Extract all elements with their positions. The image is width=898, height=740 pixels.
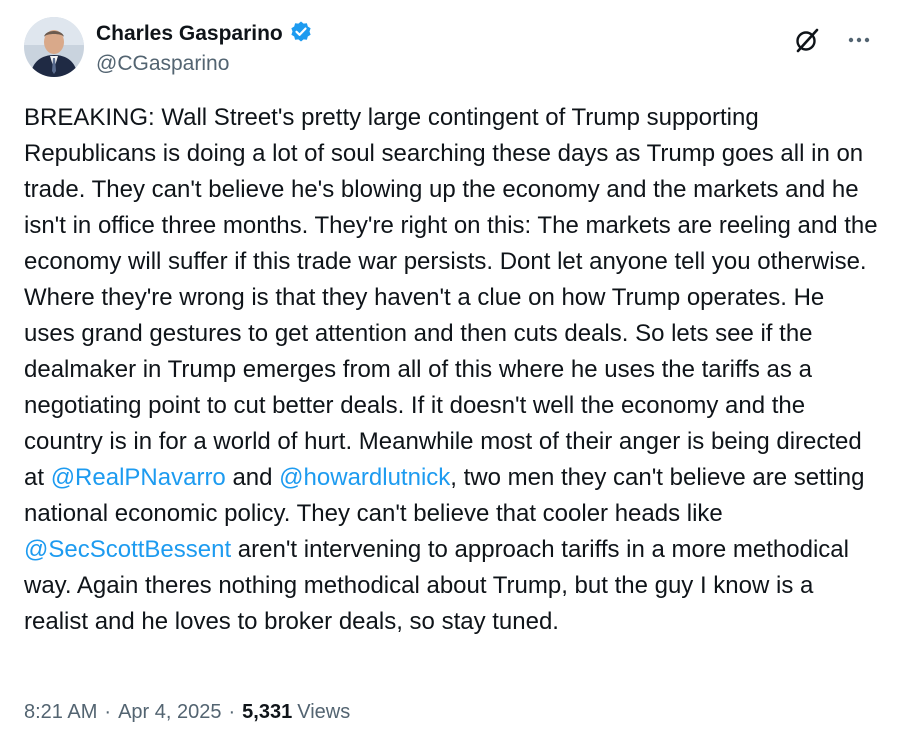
tweet-text-segment: and (225, 464, 280, 491)
verified-badge-icon (289, 20, 313, 49)
tweet-time[interactable]: 8:21 AM (24, 701, 97, 724)
tweet-date[interactable]: Apr 4, 2025 (118, 701, 221, 724)
author-block: Charles Gasparino @CGasparino (96, 20, 313, 76)
display-name-row: Charles Gasparino (96, 20, 313, 48)
more-horizontal-icon[interactable] (844, 25, 874, 55)
tweet-meta: 8:21 AM · Apr 4, 2025 · 5,331 Views (24, 701, 350, 724)
mention-link-realpnavarro[interactable]: @RealPNavarro (51, 464, 226, 491)
display-name[interactable]: Charles Gasparino (96, 22, 283, 46)
separator-dot: · (228, 701, 236, 723)
tweet-text: BREAKING: Wall Street's pretty large con… (24, 100, 879, 640)
tweet-text-segment: BREAKING: Wall Street's pretty large con… (24, 104, 878, 491)
tweet-card: Charles Gasparino @CGasparino BREAKING: … (0, 0, 898, 740)
views-count: 5,331 (242, 701, 293, 723)
avatar[interactable] (24, 17, 84, 77)
views-label: Views (297, 701, 351, 723)
author-handle[interactable]: @CGasparino (96, 52, 313, 76)
grok-slash-icon[interactable] (792, 25, 822, 55)
header-actions (792, 25, 874, 55)
tweet-header: Charles Gasparino @CGasparino (24, 17, 874, 81)
mention-link-secscottbessent[interactable]: @SecScottBessent (24, 536, 231, 563)
separator-dot: · (104, 701, 112, 723)
mention-link-howardlutnick[interactable]: @howardlutnick (279, 464, 450, 491)
